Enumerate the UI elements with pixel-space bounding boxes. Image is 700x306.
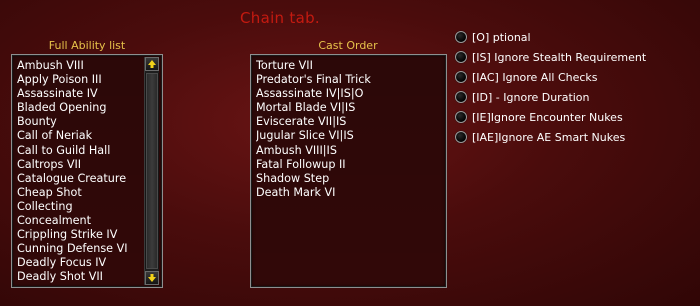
radio-button[interactable]: [455, 31, 467, 43]
tab-title: Chain tab.: [240, 9, 320, 27]
scroll-up-button[interactable]: [145, 57, 159, 71]
arrow-up-icon: [148, 60, 156, 68]
scroll-thumb[interactable]: [146, 73, 158, 269]
list-item[interactable]: Call of Neriak: [17, 129, 140, 143]
full-ability-list-caption: Full Ability list: [48, 39, 126, 52]
list-item[interactable]: Jugular Slice VI|IS: [256, 129, 442, 143]
option-label: [O] ptional: [472, 30, 531, 44]
chain-options: [O] ptional [IS] Ignore Stealth Requirem…: [455, 27, 646, 147]
radio-button[interactable]: [455, 91, 467, 103]
option-label: [IAE]Ignore AE Smart Nukes: [472, 130, 626, 144]
option-ignore-encounter-nukes[interactable]: [IE]Ignore Encounter Nukes: [455, 107, 646, 127]
option-label: [IAC] Ignore All Checks: [472, 70, 598, 84]
list-item[interactable]: Caltrops VII: [17, 158, 140, 172]
scroll-down-button[interactable]: [145, 271, 159, 285]
list-item[interactable]: Mortal Blade VI|IS: [256, 101, 442, 115]
arrow-down-icon: [148, 274, 156, 282]
scroll-track[interactable]: [145, 73, 159, 269]
list-item[interactable]: Crippling Strike IV: [17, 228, 140, 242]
option-label: [ID] - Ignore Duration: [472, 90, 590, 104]
full-ability-items: Ambush VIII Apply Poison III Assassinate…: [17, 59, 140, 285]
list-item[interactable]: Fatal Followup II: [256, 158, 442, 172]
list-item[interactable]: Cheap Shot: [17, 186, 140, 200]
cast-order-items: Torture VII Predator's Final Trick Assas…: [256, 59, 442, 200]
list-item[interactable]: Deadly Shot VII: [17, 270, 140, 284]
full-list-scrollbar[interactable]: [144, 57, 159, 285]
list-item[interactable]: Call to Guild Hall: [17, 144, 140, 158]
list-item[interactable]: Apply Poison III: [17, 73, 140, 87]
list-item[interactable]: Catalogue Creature: [17, 172, 140, 186]
option-optional[interactable]: [O] ptional: [455, 27, 646, 47]
list-item[interactable]: Bladed Opening: [17, 101, 140, 115]
list-item[interactable]: Cunning Defense VI: [17, 242, 140, 256]
option-ignore-duration[interactable]: [ID] - Ignore Duration: [455, 87, 646, 107]
full-ability-list[interactable]: Ambush VIII Apply Poison III Assassinate…: [11, 54, 163, 288]
list-item[interactable]: Ambush VIII|IS: [256, 144, 442, 158]
cast-order-caption: Cast Order: [318, 39, 378, 52]
cast-order-list[interactable]: Torture VII Predator's Final Trick Assas…: [250, 54, 447, 288]
list-item[interactable]: Deadly Focus IV: [17, 256, 140, 270]
list-item[interactable]: Collecting: [17, 200, 140, 214]
list-item[interactable]: Torture VII: [256, 59, 442, 73]
list-item[interactable]: Death Mark VI: [256, 186, 442, 200]
option-ignore-ae-smart-nukes[interactable]: [IAE]Ignore AE Smart Nukes: [455, 127, 646, 147]
list-item[interactable]: Bounty: [17, 115, 140, 129]
list-item[interactable]: Shadow Step: [256, 172, 442, 186]
list-item[interactable]: Concealment: [17, 214, 140, 228]
radio-button[interactable]: [455, 111, 467, 123]
list-item[interactable]: Assassinate IV: [17, 87, 140, 101]
radio-button[interactable]: [455, 51, 467, 63]
option-label: [IS] Ignore Stealth Requirement: [472, 50, 647, 64]
radio-button[interactable]: [455, 71, 467, 83]
option-ignore-stealth[interactable]: [IS] Ignore Stealth Requirement: [455, 47, 646, 67]
radio-button[interactable]: [455, 131, 467, 143]
list-item[interactable]: Assassinate IV|IS|O: [256, 87, 442, 101]
option-label: [IE]Ignore Encounter Nukes: [472, 110, 623, 124]
list-item[interactable]: Eviscerate VII|IS: [256, 115, 442, 129]
option-ignore-all-checks[interactable]: [IAC] Ignore All Checks: [455, 67, 646, 87]
list-item[interactable]: Predator's Final Trick: [256, 73, 442, 87]
list-item[interactable]: Ambush VIII: [17, 59, 140, 73]
